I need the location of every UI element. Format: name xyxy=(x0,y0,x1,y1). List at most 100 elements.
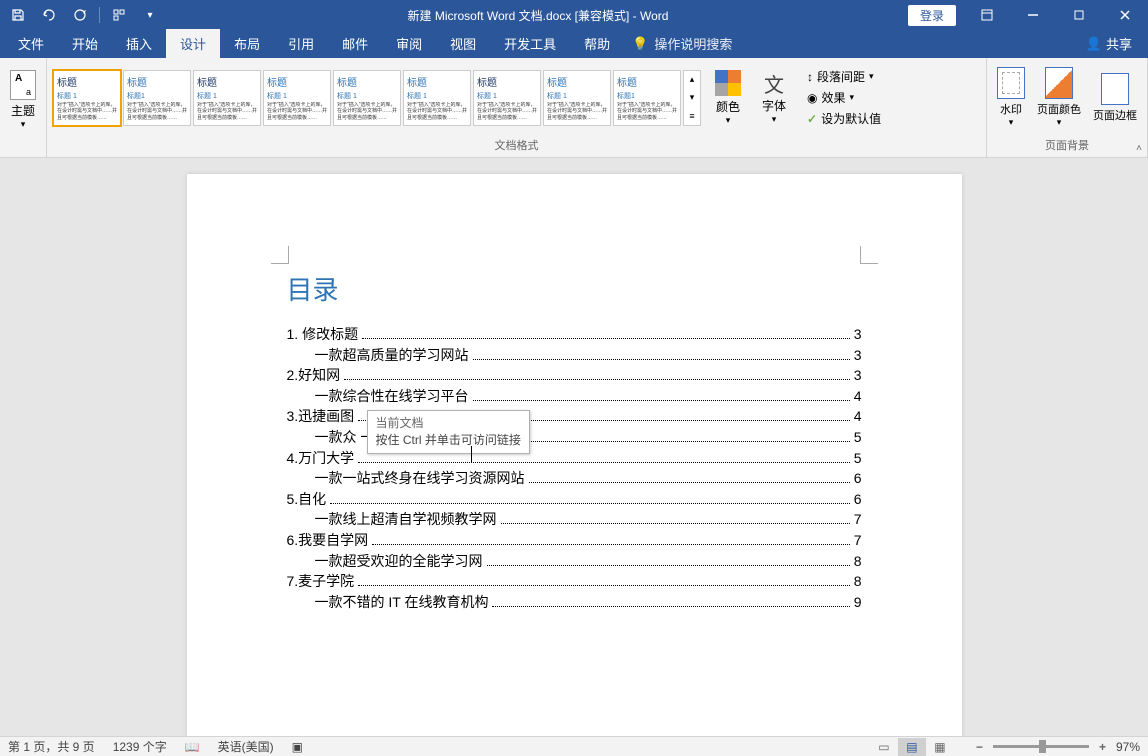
close-button[interactable] xyxy=(1102,0,1148,30)
toc-entry-12[interactable]: 7.麦子学院8 xyxy=(287,572,862,592)
undo-button[interactable] xyxy=(35,3,63,27)
effects-button[interactable]: ◉效果▾ xyxy=(805,88,883,107)
tab-help[interactable]: 帮助 xyxy=(570,29,624,58)
login-button[interactable]: 登录 xyxy=(908,5,956,26)
collapse-ribbon-button[interactable]: ˄ xyxy=(1136,143,1142,154)
window-title: 新建 Microsoft Word 文档.docx [兼容模式] - Word xyxy=(168,7,908,24)
tab-mailings[interactable]: 邮件 xyxy=(328,29,382,58)
zoom-in-button[interactable]: + xyxy=(1095,740,1110,754)
gallery-expand[interactable]: ≡ xyxy=(684,107,700,125)
toc-entry-9[interactable]: 一款线上超清自学视频教学网7 xyxy=(287,510,862,530)
status-bar: 第 1 页，共 9 页 1239 个字 📖 英语(美国) ▣ ▭ ▤ ▦ − +… xyxy=(0,736,1148,756)
toc-entry-11[interactable]: 一款超受欢迎的全能学习网8 xyxy=(287,552,862,572)
toc-entry-3[interactable]: 一款综合性在线学习平台4 xyxy=(287,387,862,407)
toc-leader xyxy=(358,585,850,586)
save-button[interactable] xyxy=(4,3,32,27)
style-set-3[interactable]: 标题标题 1对于"插入"选项卡上的库，在设计时需与文档中……并且可根据当前模板…… xyxy=(263,70,331,126)
gallery-down[interactable]: ▾ xyxy=(684,89,700,107)
group-label-doc-format: 文档格式 xyxy=(53,135,980,155)
paragraph-spacing-button[interactable]: ↕段落间距▾ xyxy=(805,67,883,86)
print-layout-button[interactable]: ▤ xyxy=(898,738,926,756)
page-borders-button[interactable]: 页面边框 xyxy=(1089,69,1141,127)
zoom-level[interactable]: 97% xyxy=(1116,740,1140,754)
toc-leader xyxy=(372,544,850,545)
toc-entry-10[interactable]: 6.我要自学网7 xyxy=(287,531,862,551)
style-set-6[interactable]: 标题标题 1对于"插入"选项卡上的库，在设计时需与文档中……并且可根据当前模板…… xyxy=(473,70,541,126)
toc-entry-0[interactable]: 1. 修改标题 3 xyxy=(287,325,862,345)
style-set-5[interactable]: 标题标题 1对于"插入"选项卡上的库，在设计时需与文档中……并且可根据当前模板…… xyxy=(403,70,471,126)
page-count[interactable]: 第 1 页，共 9 页 xyxy=(8,738,95,755)
toc-leader xyxy=(344,379,850,380)
gallery-up[interactable]: ▴ xyxy=(684,71,700,89)
maximize-button[interactable] xyxy=(1056,0,1102,30)
toc-page-number: 4 xyxy=(854,407,862,427)
toc-text: 4.万门大学 xyxy=(287,449,355,469)
ribbon-content: 主题 ▾ 标题标题 1对于"插入"选项卡上的库，在设计时需与文档中……并且可根据… xyxy=(0,58,1148,158)
fonts-button[interactable]: 文 字体 ▾ xyxy=(755,69,793,127)
tab-design[interactable]: 设计 xyxy=(166,29,220,58)
zoom-slider[interactable] xyxy=(993,745,1089,748)
tab-references[interactable]: 引用 xyxy=(274,29,328,58)
zoom-out-button[interactable]: − xyxy=(972,740,987,754)
page-borders-icon xyxy=(1101,73,1129,105)
toc-page-number: 8 xyxy=(854,552,862,572)
style-gallery[interactable]: 标题标题 1对于"插入"选项卡上的库，在设计时需与文档中……并且可根据当前模板…… xyxy=(53,70,701,126)
page-color-button[interactable]: 页面颜色▾ xyxy=(1033,63,1085,132)
toc-entry-8[interactable]: 5.自化6 xyxy=(287,490,862,510)
redo-button[interactable] xyxy=(66,3,94,27)
style-set-1[interactable]: 标题标题1对于"插入"选项卡上的库，在设计时需与文档中……并且可根据当前模板…… xyxy=(123,70,191,126)
toc-entry-13[interactable]: 一款不错的 IT 在线教育机构 9 xyxy=(287,593,862,613)
toc-entry-1[interactable]: 一款超高质量的学习网站3 xyxy=(287,346,862,366)
toc-text: 3.迅捷画图 xyxy=(287,407,355,427)
set-default-button[interactable]: ✓设为默认值 xyxy=(805,109,883,128)
touch-mode-button[interactable] xyxy=(105,3,133,27)
tab-developer[interactable]: 开发工具 xyxy=(490,29,570,58)
toc-leader xyxy=(473,400,850,401)
toc-text: 2.好知网 xyxy=(287,366,341,386)
colors-button[interactable]: 颜色 ▾ xyxy=(709,68,747,128)
tab-home[interactable]: 开始 xyxy=(58,29,112,58)
toc-entry-2[interactable]: 2.好知网3 xyxy=(287,366,862,386)
document-area[interactable]: 目录 1. 修改标题3一款超高质量的学习网站32.好知网3一款综合性在线学习平台… xyxy=(0,158,1148,736)
minimize-button[interactable] xyxy=(1010,0,1056,30)
tab-insert[interactable]: 插入 xyxy=(112,29,166,58)
tell-me-search[interactable]: 💡 操作说明搜索 xyxy=(624,29,740,58)
toc-leader xyxy=(487,565,850,566)
themes-button[interactable]: 主题 ▾ xyxy=(6,68,40,132)
read-mode-button[interactable]: ▭ xyxy=(870,738,898,756)
toc-text: 1. 修改标题 xyxy=(287,325,359,345)
style-set-4[interactable]: 标题标题 1对于"插入"选项卡上的库，在设计时需与文档中……并且可根据当前模板…… xyxy=(333,70,401,126)
document-page[interactable]: 目录 1. 修改标题3一款超高质量的学习网站32.好知网3一款综合性在线学习平台… xyxy=(187,174,962,736)
toc-page-number: 3 xyxy=(854,325,862,345)
style-set-7[interactable]: 标题标题 1对于"插入"选项卡上的库，在设计时需与文档中……并且可根据当前模板…… xyxy=(543,70,611,126)
toc-text: 一款不错的 IT 在线教育机构 xyxy=(315,593,489,613)
spell-check-icon[interactable]: 📖 xyxy=(185,740,200,754)
style-set-2[interactable]: 标题标题 1对于"插入"选项卡上的库，在设计时需与文档中……并且可根据当前模板…… xyxy=(193,70,261,126)
watermark-button[interactable]: 水印▾ xyxy=(993,63,1029,132)
formatting-options: ↕段落间距▾ ◉效果▾ ✓设为默认值 xyxy=(801,65,887,130)
margin-corner-tl xyxy=(271,246,289,264)
hyperlink-tooltip: 当前文档 按住 Ctrl 并单击可访问链接 xyxy=(367,410,530,454)
toc-page-number: 9 xyxy=(854,593,862,613)
group-document-formatting: 标题标题 1对于"插入"选项卡上的库，在设计时需与文档中……并且可根据当前模板…… xyxy=(47,58,987,157)
word-count[interactable]: 1239 个字 xyxy=(113,738,167,755)
tab-layout[interactable]: 布局 xyxy=(220,29,274,58)
toc-leader xyxy=(330,503,850,504)
tab-review[interactable]: 审阅 xyxy=(382,29,436,58)
ribbon-display-options-button[interactable] xyxy=(964,0,1010,30)
style-set-0[interactable]: 标题标题 1对于"插入"选项卡上的库，在设计时需与文档中……并且可根据当前模板…… xyxy=(53,70,121,126)
style-set-8[interactable]: 标题标题1对于"插入"选项卡上的库，在设计时需与文档中……并且可根据当前模板…… xyxy=(613,70,681,126)
toc-leader xyxy=(358,462,850,463)
toc-text: 一款综合性在线学习平台 xyxy=(315,387,469,407)
share-button[interactable]: 👤 共享 xyxy=(1074,29,1144,58)
web-layout-button[interactable]: ▦ xyxy=(926,738,954,756)
language-status[interactable]: 英语(美国) xyxy=(218,738,274,755)
tab-view[interactable]: 视图 xyxy=(436,29,490,58)
macro-recording-icon[interactable]: ▣ xyxy=(292,740,303,754)
tab-file[interactable]: 文件 xyxy=(4,29,58,58)
toc-page-number: 5 xyxy=(854,428,862,448)
toc-entry-7[interactable]: 一款一站式终身在线学习资源网站6 xyxy=(287,469,862,489)
toc-page-number: 3 xyxy=(854,346,862,366)
quick-access-toolbar: ▾ xyxy=(0,3,168,27)
qat-customize-button[interactable]: ▾ xyxy=(136,3,164,27)
